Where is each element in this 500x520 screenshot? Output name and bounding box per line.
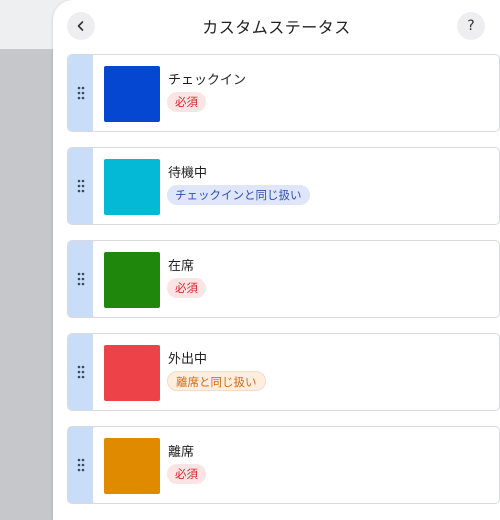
- custom-status-panel: カスタムステータス ? チェックイン 必須 待機中 チェックインと同じ扱い 在席…: [53, 0, 500, 520]
- drag-handle[interactable]: [68, 334, 93, 410]
- status-color-swatch[interactable]: [104, 252, 160, 308]
- status-badge: 必須: [167, 278, 206, 298]
- status-badge: 離席と同じ扱い: [167, 371, 266, 391]
- drag-handle[interactable]: [68, 55, 93, 131]
- page-title: カスタムステータス: [202, 18, 351, 37]
- drag-handle[interactable]: [68, 241, 93, 317]
- status-card[interactable]: 在席 必須: [67, 240, 500, 318]
- help-button[interactable]: ?: [457, 12, 485, 40]
- status-color-swatch[interactable]: [104, 438, 160, 494]
- drag-dots-icon: [77, 365, 84, 379]
- status-badge: 必須: [167, 464, 206, 484]
- status-name: 在席: [168, 259, 195, 274]
- status-card[interactable]: 外出中 離席と同じ扱い: [67, 333, 500, 411]
- drag-dots-icon: [77, 272, 84, 286]
- drag-handle[interactable]: [68, 148, 93, 224]
- status-card[interactable]: 離席 必須: [67, 426, 500, 504]
- drag-dots-icon: [77, 179, 84, 193]
- status-color-swatch[interactable]: [104, 345, 160, 401]
- status-name: 外出中: [168, 352, 208, 367]
- status-badge: チェックインと同じ扱い: [167, 185, 310, 205]
- status-name: 待機中: [168, 166, 208, 181]
- help-icon: ?: [467, 18, 475, 34]
- status-card[interactable]: 待機中 チェックインと同じ扱い: [67, 147, 500, 225]
- status-name: チェックイン: [168, 73, 247, 88]
- status-color-swatch[interactable]: [104, 66, 160, 122]
- panel-header: カスタムステータス ?: [53, 0, 500, 50]
- status-color-swatch[interactable]: [104, 159, 160, 215]
- drag-handle[interactable]: [68, 427, 93, 503]
- status-name: 離席: [168, 445, 195, 460]
- status-badge: 必須: [167, 92, 206, 112]
- drag-dots-icon: [77, 86, 84, 100]
- drag-dots-icon: [77, 458, 84, 472]
- status-card[interactable]: チェックイン 必須: [67, 54, 500, 132]
